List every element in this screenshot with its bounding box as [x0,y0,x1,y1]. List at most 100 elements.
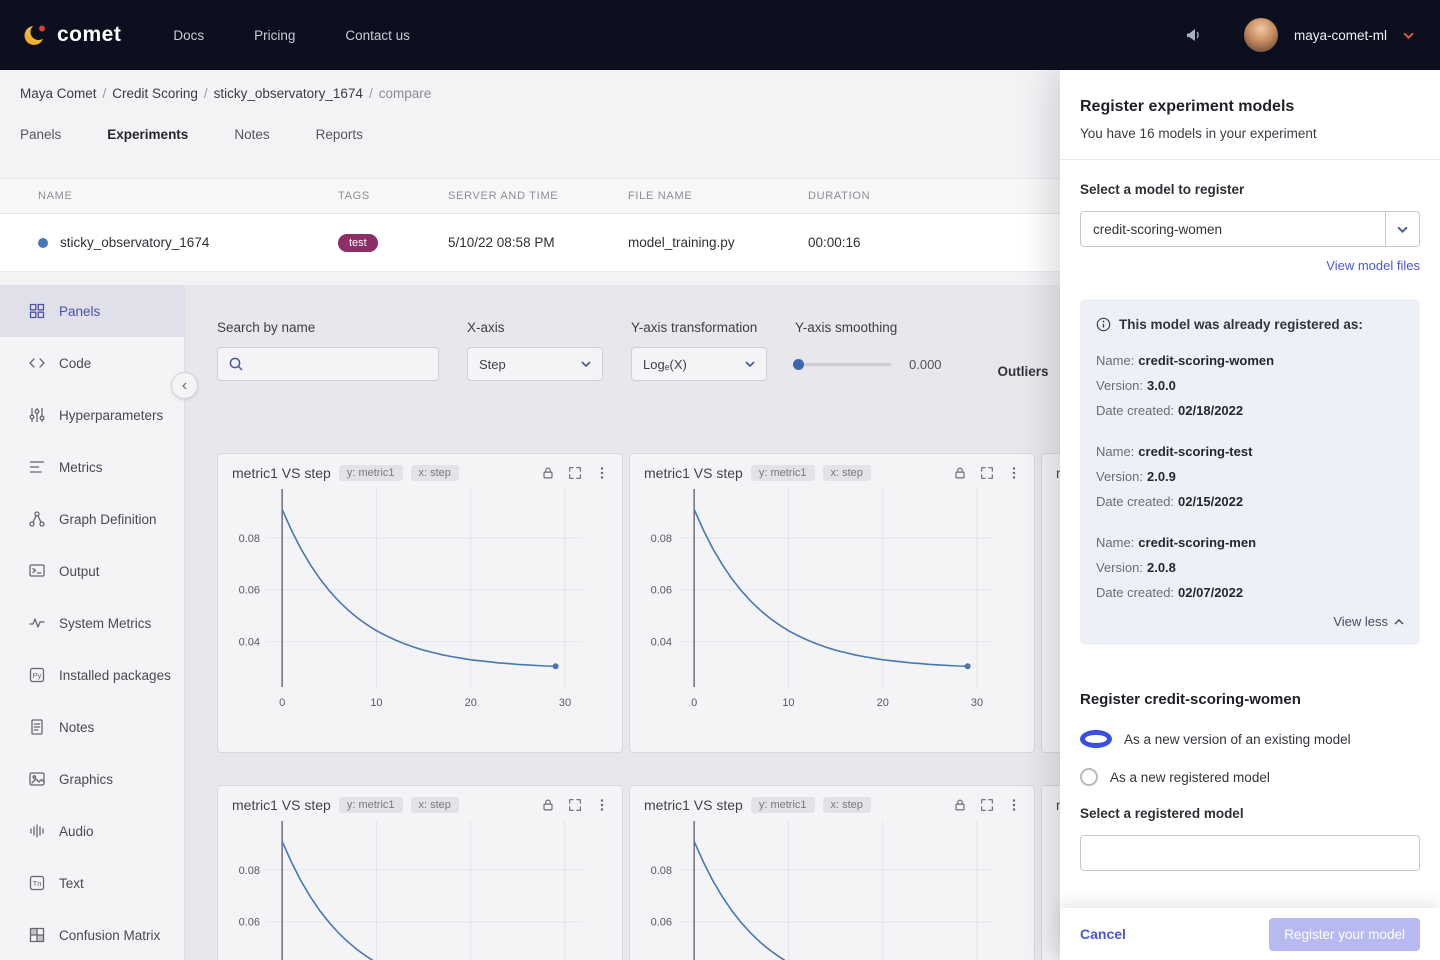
nav-link-contact-us[interactable]: Contact us [345,28,410,43]
lock-icon[interactable] [952,465,968,481]
lock-icon[interactable] [540,797,556,813]
info-header: This model was already registered as: [1119,317,1363,332]
svg-text:0.06: 0.06 [651,917,672,929]
kebab-menu-icon[interactable] [1006,465,1022,481]
x-axis-select[interactable]: Step [467,347,603,381]
model-select-value: credit-scoring-women [1093,221,1223,237]
sidebar-item-notes[interactable]: Notes [0,701,184,753]
graphics-icon [28,770,46,788]
model-version: 2.0.9 [1146,469,1176,484]
x-axis-value: Step [479,356,506,372]
search-input[interactable] [217,347,439,381]
sidebar-item-panels[interactable]: Panels [0,285,184,337]
notes-icon [28,718,46,736]
megaphone-icon[interactable] [1184,26,1202,44]
field-label: Version: [1096,469,1143,484]
duration: 00:00:16 [808,235,861,250]
register-model-button[interactable]: Register your model [1269,917,1420,951]
tab-notes[interactable]: Notes [234,127,269,142]
smoothing-slider[interactable] [793,359,891,370]
breadcrumb-item[interactable]: Maya Comet [20,86,97,101]
model-select[interactable]: credit-scoring-women [1080,211,1420,247]
sidebar-item-confusion-matrix[interactable]: Confusion Matrix [0,909,184,960]
breadcrumb-item[interactable]: sticky_observatory_1674 [214,86,363,101]
search-input-field[interactable] [252,356,438,372]
sidebar-item-system-metrics[interactable]: System Metrics [0,597,184,649]
column-header-name[interactable]: NAME [38,190,338,202]
registered-model-entry: Name: credit-scoring-men Version: 2.0.8 Date… [1096,530,1404,605]
column-header-tags[interactable]: TAGS [338,190,448,202]
sidebar-item-output[interactable]: Output [0,545,184,597]
slider-knob[interactable] [793,359,804,370]
sidebar-item-code[interactable]: Code [0,337,184,389]
expand-icon[interactable] [979,465,995,481]
output-icon [28,562,46,580]
svg-text:0.06: 0.06 [239,585,260,597]
expand-icon[interactable] [979,797,995,813]
lock-icon[interactable] [540,465,556,481]
register-option-as-a-new-registered-model[interactable]: As a new registered model [1080,768,1420,786]
column-header-file-name[interactable]: FILE NAME [628,190,808,202]
sidebar-item-metrics[interactable]: Metrics [0,441,184,493]
user-menu[interactable]: maya-comet-ml [1294,28,1387,43]
breadcrumb-item[interactable]: compare [379,86,432,101]
x-axis-label: X-axis [467,320,505,335]
nav-link-pricing[interactable]: Pricing [254,28,295,43]
experiment-color-dot [38,237,48,248]
chart-panel: metric1 VS step y: metric1 x: step 0.04 0.06… [629,453,1035,753]
sidebar-item-label: Output [59,563,100,579]
svg-text:0.04: 0.04 [239,637,260,649]
registered-model-label: Select a registered model [1080,806,1244,821]
svg-text:20: 20 [465,697,477,709]
radio-selected-icon[interactable] [1080,730,1112,748]
option-label: As a new version of an existing model [1124,731,1351,747]
svg-text:0.06: 0.06 [239,917,260,929]
outliers-label: Outliers [997,363,1049,379]
sidebar-item-text[interactable]: Tn Text [0,857,184,909]
search-label: Search by name [217,320,316,335]
field-label: Date created: [1096,403,1175,418]
sidebar-item-hyperparameters[interactable]: Hyperparameters [0,389,184,441]
cancel-button[interactable]: Cancel [1080,926,1126,942]
sidebar-item-installed-packages[interactable]: Py Installed packages [0,649,184,701]
hyperparameters-icon [28,406,46,424]
tag-badge: test [338,233,378,252]
view-model-files-link[interactable]: View model files [1326,258,1420,273]
sidebar-item-label: Metrics [59,459,103,475]
kebab-menu-icon[interactable] [1006,797,1022,813]
register-models-drawer: Register experiment models You have 16 m… [1060,70,1440,960]
tab-reports[interactable]: Reports [316,127,363,142]
brand-text: comet [57,23,122,46]
axis-chip: x: step [410,465,459,481]
field-label: Name: [1096,535,1135,550]
chevron-down-icon[interactable] [1403,32,1414,39]
column-header-duration[interactable]: DURATION [808,190,1008,202]
register-option-as-a-new-version-of-an-existing-model[interactable]: As a new version of an existing model [1080,730,1420,748]
expand-icon[interactable] [567,465,583,481]
svg-text:10: 10 [370,697,382,709]
axis-chip: x: step [822,797,871,813]
registered-model-select[interactable] [1080,835,1420,871]
lock-icon[interactable] [952,797,968,813]
kebab-menu-icon[interactable] [594,465,610,481]
axis-chip: x: step [410,797,459,813]
nav-link-docs[interactable]: Docs [173,28,204,43]
sidebar-item-graph-definition[interactable]: Graph Definition [0,493,184,545]
tab-experiments[interactable]: Experiments [107,127,188,142]
kebab-menu-icon[interactable] [594,797,610,813]
sidebar-collapse-button[interactable]: ‹ [171,372,198,399]
navbar: comet Docs Pricing Contact us maya-comet-m… [0,0,1440,70]
expand-icon[interactable] [567,797,583,813]
tab-panels[interactable]: Panels [20,127,61,142]
sidebar-item-audio[interactable]: Audio [0,805,184,857]
svg-text:0.08: 0.08 [651,865,672,877]
axis-chip: y: metric1 [750,465,815,481]
comet-logo[interactable]: comet [22,22,121,48]
sidebar-item-graphics[interactable]: Graphics [0,753,184,805]
avatar[interactable] [1243,18,1278,52]
view-less-link[interactable]: View less [1333,614,1404,629]
radio-unselected-icon[interactable] [1080,768,1098,786]
breadcrumb-item[interactable]: Credit Scoring [112,86,198,101]
y-axis-transformation-select[interactable]: Logₑ(X) [631,347,767,381]
column-header-server-and-time[interactable]: SERVER AND TIME [448,190,628,202]
